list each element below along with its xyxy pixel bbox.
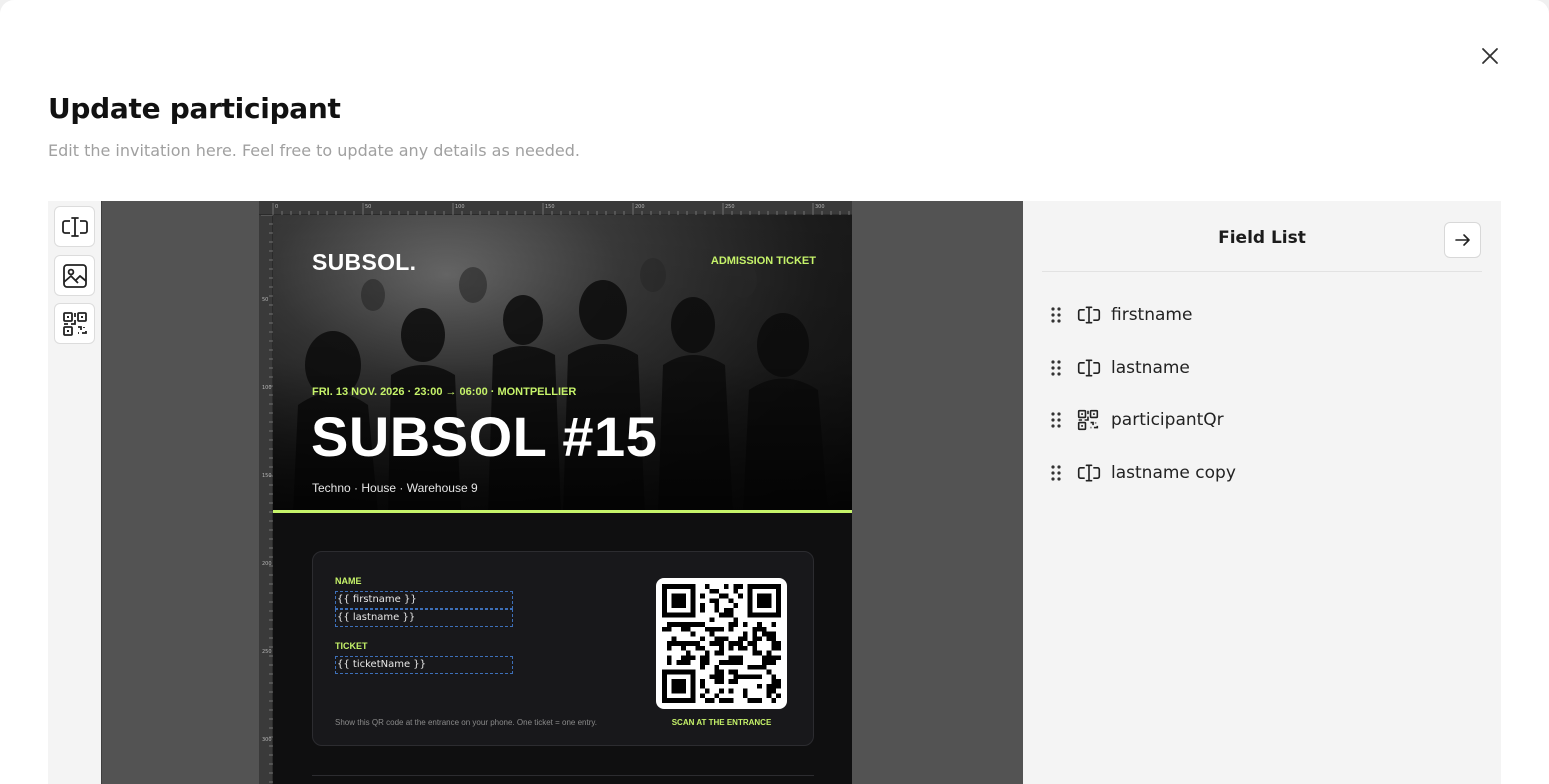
close-button[interactable] xyxy=(1474,40,1506,72)
field-item-label: participantQr xyxy=(1111,410,1224,430)
attendee-card: NAME {{ firstname }} {{ lastname }} TICK… xyxy=(312,551,814,746)
participant-qr-code[interactable] xyxy=(656,578,787,709)
design-canvas[interactable]: 0 50 100 150 200 250 300 50 100 150 200 250 300 xyxy=(101,201,1023,784)
field-item-participantqr[interactable]: participantQr xyxy=(1051,403,1471,437)
qr-code-icon xyxy=(1077,409,1111,431)
vertical-ruler: 50 100 150 200 250 300 xyxy=(259,215,273,784)
template-editor: 0 50 100 150 200 250 300 50 100 150 200 250 300 xyxy=(48,201,1501,784)
accent-divider xyxy=(273,510,852,513)
field-item-lastname-copy[interactable]: lastname copy xyxy=(1051,456,1471,490)
add-text-field-button[interactable] xyxy=(54,206,95,247)
hero-photo: SUBSOL. ADMISSION TICKET FRI. 13 NOV. 20… xyxy=(273,215,852,513)
image-icon xyxy=(62,263,87,288)
field-item-label: lastname xyxy=(1111,358,1190,378)
text-field-icon xyxy=(61,216,88,237)
ticket-preview[interactable]: SUBSOL. ADMISSION TICKET FRI. 13 NOV. 20… xyxy=(273,215,852,784)
arrow-right-icon xyxy=(1454,234,1470,246)
firstname-placeholder[interactable]: {{ firstname }} xyxy=(335,591,513,609)
ruler-tick-label: 250 xyxy=(725,204,735,210)
event-title: SUBSOL #15 xyxy=(311,405,658,468)
element-toolbar xyxy=(48,201,102,784)
field-item-label: firstname xyxy=(1111,305,1193,325)
event-genres: Techno · House · Warehouse 9 xyxy=(312,481,478,495)
horizontal-ruler: 0 50 100 150 200 250 300 xyxy=(259,201,852,215)
ruler-tick-label: 100 xyxy=(262,385,272,391)
ruler-tick-label: 200 xyxy=(635,204,645,210)
ruler-tick-label: 0 xyxy=(275,204,278,210)
admission-label: ADMISSION TICKET xyxy=(710,255,816,267)
dialog-title: Update participant xyxy=(48,92,341,125)
drag-handle-icon[interactable] xyxy=(1051,412,1073,428)
ruler-tick-label: 100 xyxy=(455,204,465,210)
text-field-icon xyxy=(1077,358,1111,378)
drag-handle-icon[interactable] xyxy=(1051,307,1073,323)
drag-handle-icon[interactable] xyxy=(1051,360,1073,376)
field-list-separator xyxy=(1042,271,1482,272)
qr-code-icon xyxy=(62,311,87,336)
ruler-tick-label: 150 xyxy=(262,473,272,479)
lastname-placeholder[interactable]: {{ lastname }} xyxy=(335,609,513,627)
ruler-tick-label: 300 xyxy=(815,204,825,210)
name-label: NAME xyxy=(335,576,362,586)
drag-handle-icon[interactable] xyxy=(1051,465,1073,481)
close-icon xyxy=(1482,48,1498,64)
scan-label: SCAN AT THE ENTRANCE xyxy=(671,718,772,727)
add-image-button[interactable] xyxy=(54,255,95,296)
ruler-tick-label: 50 xyxy=(365,204,371,210)
ticket-label: TICKET xyxy=(335,641,368,651)
field-item-label: lastname copy xyxy=(1111,463,1236,483)
footer-divider xyxy=(312,775,814,776)
ruler-tick-label: 200 xyxy=(262,561,272,567)
qr-code-graphic xyxy=(662,584,781,703)
collapse-panel-button[interactable] xyxy=(1444,222,1481,258)
field-item-lastname[interactable]: lastname xyxy=(1051,351,1471,385)
add-qr-code-button[interactable] xyxy=(54,303,95,344)
ruler-tick-label: 300 xyxy=(262,737,272,743)
text-field-icon xyxy=(1077,305,1111,325)
text-field-icon xyxy=(1077,463,1111,483)
update-participant-dialog: Update participant Edit the invitation h… xyxy=(0,0,1549,784)
ruler-tick-label: 150 xyxy=(545,204,555,210)
brand-logo: SUBSOL. xyxy=(312,249,417,275)
dialog-subtitle: Edit the invitation here. Feel free to u… xyxy=(48,141,580,160)
ticketname-placeholder[interactable]: {{ ticketName }} xyxy=(335,656,513,674)
ruler-tick-label: 50 xyxy=(262,297,268,303)
ruler-tick-label: 250 xyxy=(262,649,272,655)
field-list-panel: Field List firstname lastname participan… xyxy=(1023,201,1501,784)
entry-note: Show this QR code at the entrance on you… xyxy=(335,718,598,727)
event-dateline: FRI. 13 NOV. 2026 · 23:00 → 06:00 · MONT… xyxy=(312,386,577,398)
field-item-firstname[interactable]: firstname xyxy=(1051,298,1471,332)
field-list-title: Field List xyxy=(1218,228,1306,248)
